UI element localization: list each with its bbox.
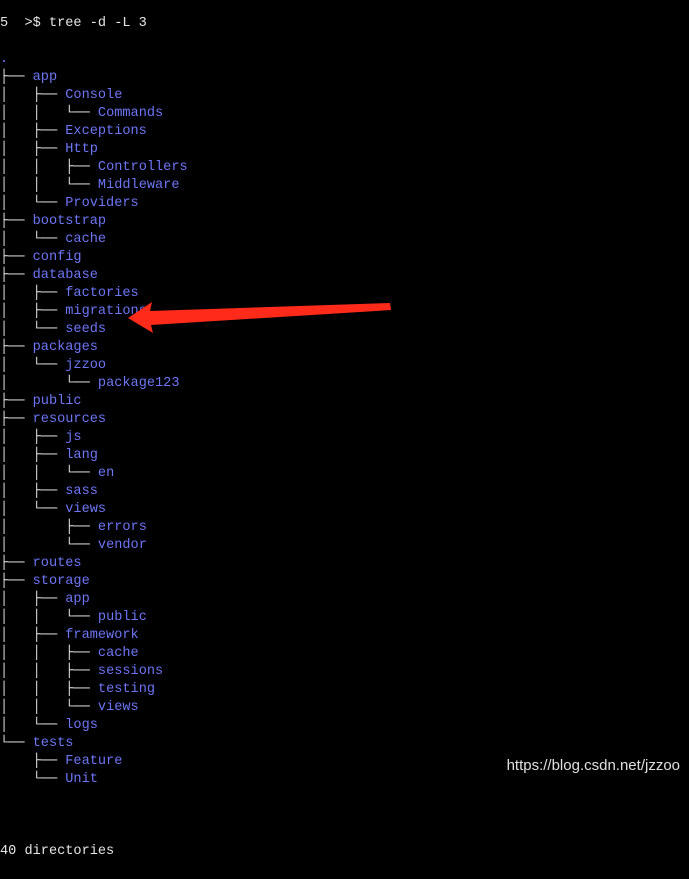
summary-line: 40 directories bbox=[0, 844, 115, 859]
red-arrow-icon bbox=[128, 302, 391, 333]
arrow-shape bbox=[128, 302, 391, 333]
watermark: https://blog.csdn.net/jzzoo bbox=[506, 757, 680, 774]
